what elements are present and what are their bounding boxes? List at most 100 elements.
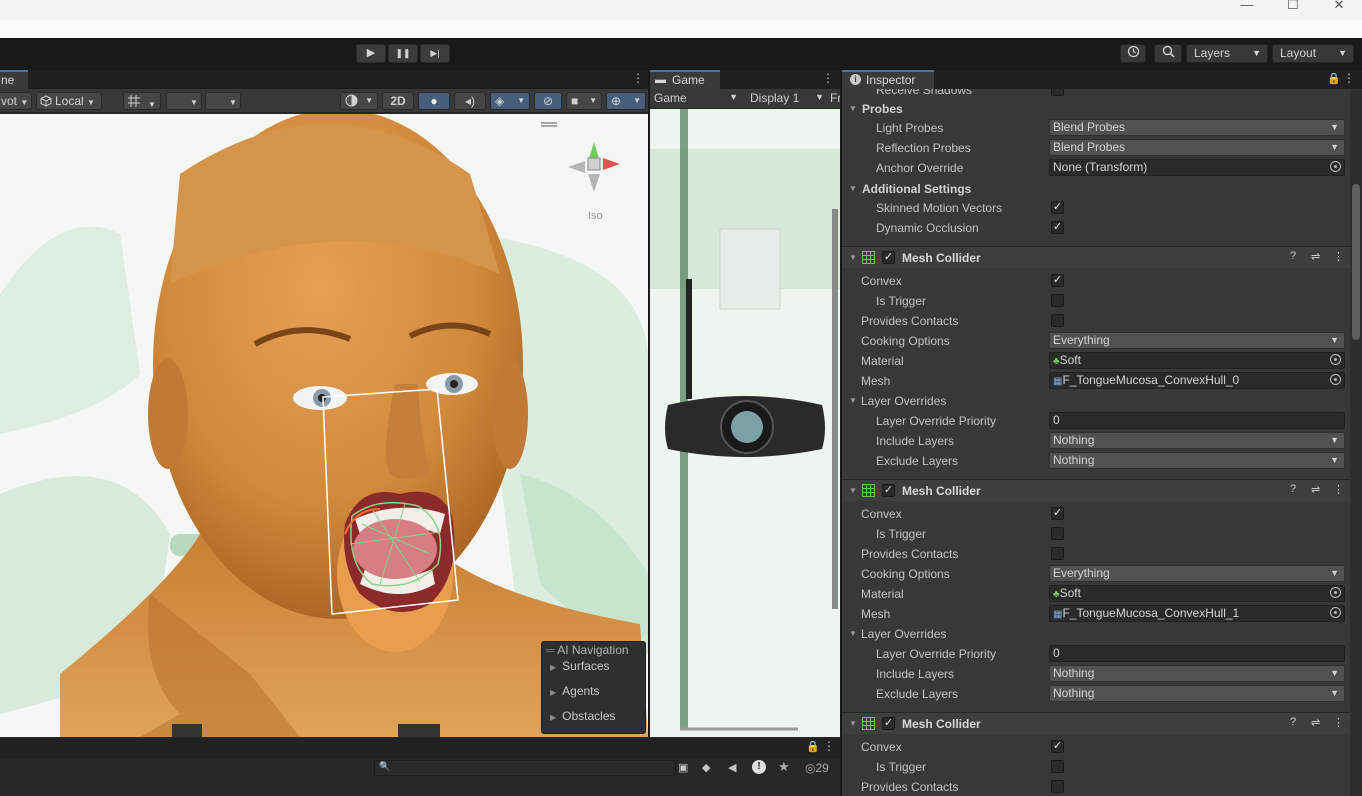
provides-contacts-checkbox[interactable] xyxy=(1051,547,1064,560)
material-field[interactable]: ♣Soft xyxy=(1049,585,1345,602)
ai-nav-item-surfaces[interactable]: ▶ Surfaces xyxy=(550,659,610,673)
increment-snap-button[interactable]: ▼ xyxy=(205,92,241,110)
additional-settings-foldout[interactable]: ▼ Additional Settings xyxy=(842,179,1350,199)
more-menu-icon[interactable]: ⋮ xyxy=(632,71,644,85)
pivot-dropdown[interactable]: vot ▼ xyxy=(0,92,32,110)
help-icon[interactable]: ? xyxy=(1290,483,1296,495)
game-view-dropdown[interactable]: Game ▼ xyxy=(654,91,740,105)
ai-navigation-overlay[interactable]: ═ AI Navigation ▶ Surfaces ▶ Agents ▶ Obsta… xyxy=(541,641,646,734)
effects-dropdown[interactable]: ◈ ▼ xyxy=(490,92,530,110)
object-picker-icon[interactable] xyxy=(1330,161,1341,172)
more-menu-icon[interactable]: ⋮ xyxy=(823,739,835,753)
reflection-probes-dropdown[interactable]: Blend Probes ▼ xyxy=(1049,139,1345,156)
layer-override-priority-input[interactable]: 0 xyxy=(1049,645,1345,662)
inspector-scrollbar-thumb[interactable] xyxy=(1352,184,1360,340)
search-icon[interactable] xyxy=(1154,44,1182,63)
layer-overrides-foldout[interactable]: ▼ Layer Overrides xyxy=(842,624,1350,644)
mesh-collider-enabled-checkbox[interactable]: ✓ xyxy=(882,717,895,730)
dynamic-occlusion-checkbox[interactable]: ✓ xyxy=(1051,221,1064,234)
cooking-options-dropdown[interactable]: Everything ▼ xyxy=(1049,332,1345,349)
lighting-toggle-icon[interactable]: ● xyxy=(418,92,450,110)
shading-mode-dropdown[interactable]: ▼ xyxy=(340,92,378,110)
probes-foldout[interactable]: ▼ Probes xyxy=(842,99,1350,119)
filter-icon[interactable]: ▣ xyxy=(678,761,688,774)
layers-dropdown[interactable]: Layers ▼ xyxy=(1186,44,1268,63)
more-menu-icon[interactable]: ⋮ xyxy=(822,71,834,85)
material-field[interactable]: ♣Soft xyxy=(1049,352,1345,369)
help-icon[interactable]: ? xyxy=(1290,716,1296,728)
convex-checkbox[interactable]: ✓ xyxy=(1051,740,1064,753)
mesh-collider-header[interactable]: ▼ ✓ Mesh Collider ? ⇌ ⋮ xyxy=(842,479,1350,501)
tab-inspector[interactable]: i Inspector xyxy=(842,70,934,89)
more-menu-icon[interactable]: ⋮ xyxy=(1333,250,1344,263)
log-type-icon[interactable]: ◆ xyxy=(702,761,710,774)
audio-toggle-icon[interactable]: ◂) xyxy=(454,92,486,110)
layout-dropdown[interactable]: Layout ▼ xyxy=(1272,44,1354,63)
step-button[interactable]: ▶| xyxy=(420,44,450,63)
cooking-options-dropdown[interactable]: Everything ▼ xyxy=(1049,565,1345,582)
preset-icon[interactable]: ⇌ xyxy=(1311,250,1320,263)
ai-nav-item-obstacles[interactable]: ▶ Obstacles xyxy=(550,709,616,723)
visibility-count[interactable]: ◎29 xyxy=(805,761,829,775)
tab-scene[interactable]: ne xyxy=(0,70,28,89)
console-search-input[interactable]: 🔍 xyxy=(374,760,676,776)
play-button[interactable]: ▶ xyxy=(356,44,386,63)
receive-shadows-checkbox[interactable] xyxy=(1051,89,1064,96)
include-layers-dropdown[interactable]: Nothing ▼ xyxy=(1049,665,1345,682)
dynamic-occlusion-row: Dynamic Occlusion ✓ xyxy=(842,218,1350,238)
minimize-button[interactable]: — xyxy=(1224,0,1270,20)
anchor-override-field[interactable]: None (Transform) xyxy=(1049,159,1345,176)
preset-icon[interactable]: ⇌ xyxy=(1311,716,1320,729)
hidden-objects-toggle[interactable]: ⊘ xyxy=(534,92,562,110)
preset-icon[interactable]: ⇌ xyxy=(1311,483,1320,496)
object-picker-icon[interactable] xyxy=(1330,374,1341,385)
exclude-layers-dropdown[interactable]: Nothing ▼ xyxy=(1049,452,1345,469)
layer-override-priority-input[interactable]: 0 xyxy=(1049,412,1345,429)
ai-nav-item-agents[interactable]: ▶ Agents xyxy=(550,684,600,698)
provides-contacts-checkbox[interactable] xyxy=(1051,314,1064,327)
2d-toggle-button[interactable]: 2D xyxy=(382,92,414,110)
mesh-collider-enabled-checkbox[interactable]: ✓ xyxy=(882,484,895,497)
close-button[interactable]: ✕ xyxy=(1316,0,1362,20)
local-dropdown[interactable]: Local ▼ xyxy=(36,92,102,110)
object-picker-icon[interactable] xyxy=(1330,587,1341,598)
pause-button[interactable]: ❚❚ xyxy=(388,44,418,63)
game-viewport[interactable] xyxy=(650,109,840,737)
exclude-layers-dropdown[interactable]: Nothing ▼ xyxy=(1049,685,1345,702)
convex-checkbox[interactable]: ✓ xyxy=(1051,507,1064,520)
convex-checkbox[interactable]: ✓ xyxy=(1051,274,1064,287)
more-menu-icon[interactable]: ⋮ xyxy=(1343,71,1355,85)
provides-contacts-checkbox[interactable] xyxy=(1051,780,1064,793)
layer-overrides-foldout[interactable]: ▼ Layer Overrides xyxy=(842,391,1350,411)
skinned-motion-checkbox[interactable]: ✓ xyxy=(1051,201,1064,214)
gizmos-dropdown[interactable]: ⊕ ▼ xyxy=(606,92,646,110)
light-probes-dropdown[interactable]: Blend Probes ▼ xyxy=(1049,119,1345,136)
chevron-down-icon: ▼ xyxy=(1330,455,1339,465)
mesh-field[interactable]: ▦F_TongueMucosa_ConvexHull_0 xyxy=(1049,372,1345,389)
display-dropdown[interactable]: Display 1 ▼ xyxy=(750,91,824,105)
is-trigger-checkbox[interactable] xyxy=(1051,527,1064,540)
lock-icon[interactable]: 🔒 xyxy=(1327,72,1341,85)
help-icon[interactable]: ? xyxy=(1290,250,1296,262)
star-icon[interactable]: ★ xyxy=(778,759,790,775)
warning-icon[interactable]: ! xyxy=(752,760,766,774)
grid-snap-button[interactable]: ▼ xyxy=(123,92,161,110)
history-icon[interactable] xyxy=(1120,44,1146,63)
mesh-collider-header[interactable]: ▼ ✓ Mesh Collider ? ⇌ ⋮ xyxy=(842,246,1350,268)
tab-game[interactable]: ▬ Game xyxy=(650,70,720,89)
grid-visibility-button[interactable]: ▼ xyxy=(166,92,202,110)
object-picker-icon[interactable] xyxy=(1330,607,1341,618)
more-menu-icon[interactable]: ⋮ xyxy=(1333,716,1344,729)
lock-icon[interactable]: 🔒 xyxy=(806,740,820,753)
object-picker-icon[interactable] xyxy=(1330,354,1341,365)
is-trigger-checkbox[interactable] xyxy=(1051,294,1064,307)
tag-icon[interactable]: ◀ xyxy=(728,761,736,774)
mesh-collider-header[interactable]: ▼ ✓ Mesh Collider ? ⇌ ⋮ xyxy=(842,712,1350,734)
include-layers-dropdown[interactable]: Nothing ▼ xyxy=(1049,432,1345,449)
mesh-collider-enabled-checkbox[interactable]: ✓ xyxy=(882,251,895,264)
camera-dropdown[interactable]: ■ ▼ xyxy=(566,92,602,110)
mesh-field[interactable]: ▦F_TongueMucosa_ConvexHull_1 xyxy=(1049,605,1345,622)
more-menu-icon[interactable]: ⋮ xyxy=(1333,483,1344,496)
maximize-button[interactable]: ☐ xyxy=(1270,0,1316,20)
is-trigger-checkbox[interactable] xyxy=(1051,760,1064,773)
